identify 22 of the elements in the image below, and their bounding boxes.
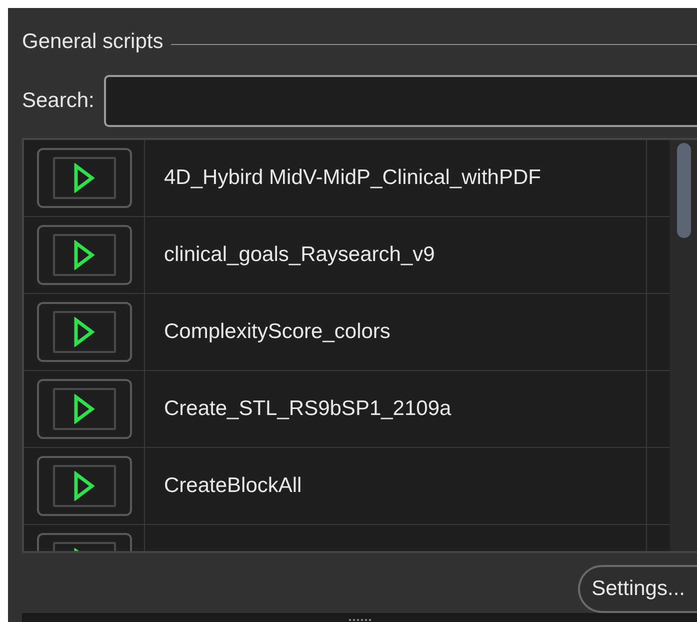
play-icon — [73, 240, 95, 270]
play-icon — [73, 317, 95, 347]
grip-icon — [348, 619, 370, 622]
scrollbar[interactable] — [670, 140, 697, 551]
script-name[interactable]: CreateBlockAll — [164, 474, 302, 498]
run-button[interactable] — [36, 379, 132, 439]
search-field[interactable] — [104, 75, 697, 127]
scroll-thumb[interactable] — [676, 143, 690, 238]
script-name[interactable]: clinical_goals_Raysearch_v9 — [164, 243, 435, 267]
run-button[interactable] — [36, 225, 132, 285]
settings-button[interactable]: Settings... — [578, 565, 697, 613]
run-button[interactable] — [36, 148, 132, 208]
run-button[interactable] — [36, 302, 132, 362]
play-icon — [73, 394, 95, 424]
script-name[interactable]: 4D_Hybird MidV-MidP_Clinical_withPDF — [164, 166, 541, 190]
search-label: Search: — [22, 89, 94, 113]
group-title: General scripts — [22, 30, 164, 54]
script-name[interactable]: Create_STL_RS9bSP1_2109a — [164, 397, 452, 421]
play-icon — [73, 471, 95, 501]
run-button[interactable] — [36, 456, 132, 516]
play-icon — [73, 163, 95, 193]
script-name[interactable]: ComplexityScore_colors — [164, 320, 390, 344]
